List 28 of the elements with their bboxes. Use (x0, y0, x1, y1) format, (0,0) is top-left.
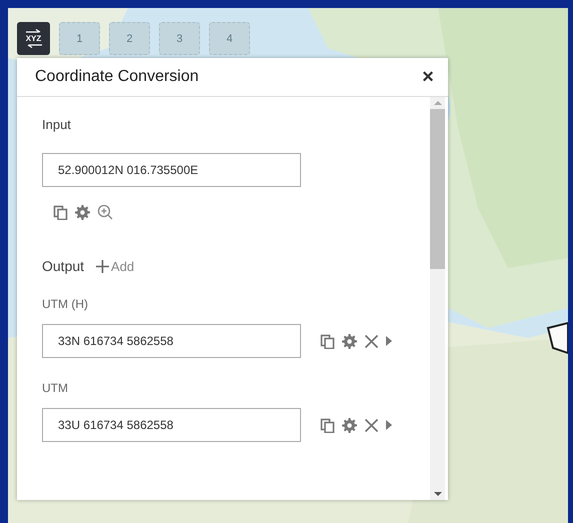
scrollbar[interactable] (430, 97, 445, 500)
convert-button[interactable]: XYZ (17, 22, 50, 55)
copy-icon[interactable] (53, 204, 68, 220)
remove-icon[interactable] (364, 418, 379, 432)
output-field[interactable]: 33U 616734 5862558 (42, 408, 301, 442)
scroll-thumb[interactable] (430, 109, 445, 269)
arrow-icon (26, 29, 42, 34)
copy-icon[interactable] (320, 418, 335, 432)
close-button[interactable]: × (420, 68, 436, 86)
zoom-in-icon[interactable] (97, 204, 113, 220)
output-label: Output (42, 258, 84, 274)
output-label: UTM (42, 381, 69, 395)
settings-icon[interactable] (75, 204, 90, 220)
panel-title: Coordinate Conversion (35, 68, 199, 86)
input-label: Input (42, 117, 72, 132)
settings-icon[interactable] (342, 334, 357, 348)
arrow-icon (26, 43, 42, 48)
output-label: UTM (H) (42, 297, 89, 311)
input-field[interactable]: 52.900012N 016.735500E (42, 153, 301, 187)
expand-icon[interactable] (386, 336, 392, 346)
plus-icon (96, 260, 110, 272)
scroll-down-icon[interactable] (434, 492, 442, 496)
remove-icon[interactable] (364, 334, 379, 348)
copy-icon[interactable] (320, 334, 335, 348)
settings-icon[interactable] (342, 418, 357, 432)
output-field[interactable]: 33N 616734 5862558 (42, 324, 301, 358)
expand-icon[interactable] (386, 420, 392, 430)
add-button[interactable]: Add (96, 258, 134, 274)
